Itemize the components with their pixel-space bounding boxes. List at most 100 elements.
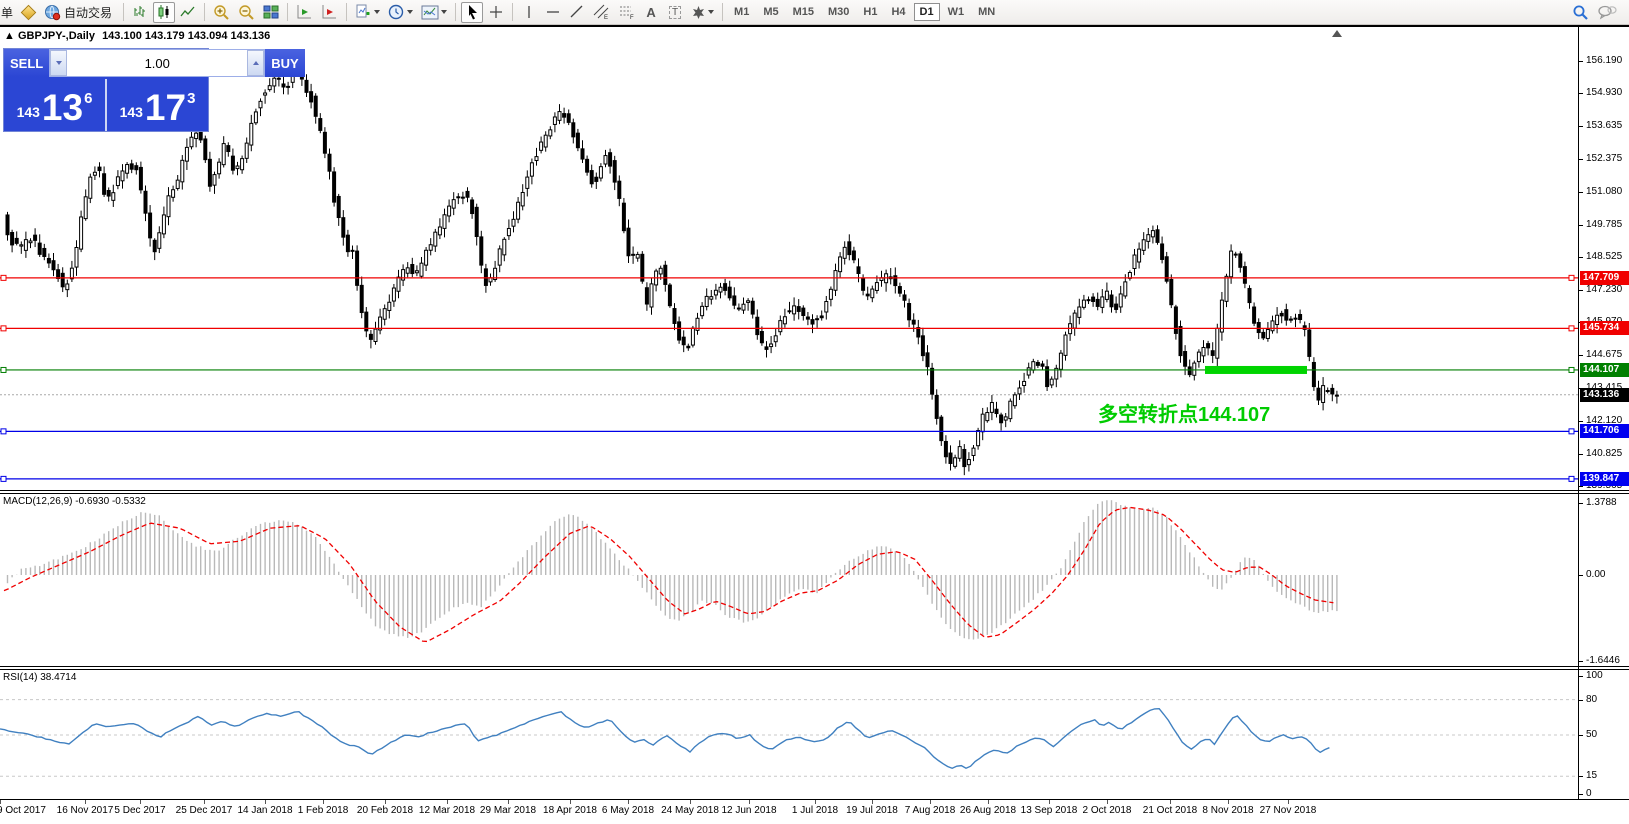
svg-text:F: F bbox=[630, 15, 634, 20]
date-label: 2 Oct 2018 bbox=[1083, 805, 1132, 816]
timeframe-h1[interactable]: H1 bbox=[857, 3, 883, 21]
fibonacci-icon: F bbox=[618, 4, 635, 20]
chart-shift-button[interactable] bbox=[318, 2, 341, 23]
cursor-tool-button[interactable] bbox=[461, 2, 483, 23]
date-label: 1 Feb 2018 bbox=[298, 805, 349, 816]
chat-button[interactable] bbox=[1594, 2, 1620, 23]
text-label-tool[interactable]: T bbox=[664, 2, 686, 23]
zoom-in-button[interactable] bbox=[210, 2, 233, 23]
rsi-panel[interactable]: RSI(14) 38.4714 1008050150 bbox=[0, 670, 1629, 799]
volume-input[interactable] bbox=[67, 50, 247, 76]
autotrading-button[interactable]: 自动交易 bbox=[41, 2, 118, 23]
current-price-chip: 143.136 bbox=[1580, 388, 1629, 402]
date-label: 29 Mar 2018 bbox=[480, 805, 536, 816]
zoom-out-button[interactable] bbox=[235, 2, 258, 23]
date-label: 14 Jan 2018 bbox=[237, 805, 292, 816]
date-label: 5 Dec 2017 bbox=[114, 805, 165, 816]
separator bbox=[722, 3, 723, 21]
price-chart-panel[interactable]: ▲ GBPJPY-,Daily 143.100 143.179 143.094 … bbox=[0, 27, 1629, 490]
date-axis[interactable]: 9 Oct 201716 Nov 20175 Dec 201725 Dec 20… bbox=[0, 799, 1629, 824]
rsi-plot[interactable] bbox=[0, 670, 1629, 799]
add-indicator-button[interactable] bbox=[352, 2, 383, 23]
timeframe-mn[interactable]: MN bbox=[972, 3, 1001, 21]
periods-button[interactable] bbox=[385, 2, 416, 23]
buy-price-display[interactable]: 143173 bbox=[107, 77, 208, 131]
down-arrow-icon bbox=[56, 61, 62, 65]
arrows-tool[interactable] bbox=[688, 2, 717, 23]
panel-collapse-marker[interactable]: ▲ bbox=[4, 30, 15, 42]
date-tick bbox=[628, 800, 629, 804]
dropdown-caret bbox=[441, 10, 447, 14]
date-tick bbox=[385, 800, 386, 804]
rsi-tick-label: 50 bbox=[1586, 729, 1597, 740]
price-tick-label: 140.825 bbox=[1586, 448, 1622, 459]
date-label: 8 Nov 2018 bbox=[1202, 805, 1253, 816]
buy-price-sup: 3 bbox=[187, 90, 195, 107]
date-label: 27 Nov 2018 bbox=[1260, 805, 1317, 816]
rsi-tick-label: 80 bbox=[1586, 694, 1597, 705]
chart-title: ▲ GBPJPY-,Daily 143.100 143.179 143.094 … bbox=[4, 30, 270, 42]
sell-button[interactable]: SELL bbox=[4, 49, 49, 77]
bar-chart-button[interactable] bbox=[129, 2, 151, 23]
macd-label: MACD(12,26,9) -0.6930 -0.5332 bbox=[3, 496, 146, 507]
date-tick bbox=[323, 800, 324, 804]
sell-price-display[interactable]: 143136 bbox=[4, 77, 105, 131]
horizontal-line-tool[interactable] bbox=[542, 2, 564, 23]
channel-tool[interactable]: E bbox=[590, 2, 613, 23]
crosshair-tool-button[interactable] bbox=[485, 2, 507, 23]
date-tick bbox=[265, 800, 266, 804]
auto-scroll-button[interactable] bbox=[293, 2, 316, 23]
date-tick bbox=[1049, 800, 1050, 804]
add-indicator-icon bbox=[355, 4, 372, 21]
rsi-tick-label: 100 bbox=[1586, 670, 1603, 681]
volume-decrease-button[interactable] bbox=[50, 50, 67, 76]
autotrading-globe-icon bbox=[44, 4, 61, 21]
up-arrow-icon bbox=[253, 61, 259, 65]
timeframe-m15[interactable]: M15 bbox=[787, 3, 820, 21]
price-tick-label: 153.635 bbox=[1586, 120, 1622, 131]
search-button[interactable] bbox=[1569, 2, 1592, 23]
templates-button[interactable] bbox=[418, 2, 450, 23]
date-label: 16 Nov 2017 bbox=[57, 805, 114, 816]
trendline-tool[interactable] bbox=[566, 2, 588, 23]
date-tick bbox=[1170, 800, 1171, 804]
separator bbox=[512, 3, 513, 21]
line-chart-button[interactable] bbox=[177, 2, 199, 23]
new-order-button[interactable]: 单 bbox=[0, 4, 16, 21]
buy-button[interactable]: BUY bbox=[265, 49, 304, 77]
autotrading-label: 自动交易 bbox=[61, 4, 115, 21]
dropdown-caret bbox=[374, 10, 380, 14]
arrows-icon bbox=[691, 5, 706, 20]
date-label: 20 Feb 2018 bbox=[357, 805, 413, 816]
macd-panel[interactable]: MACD(12,26,9) -0.6930 -0.5332 1.37880.00… bbox=[0, 494, 1629, 666]
trader-annotation-text[interactable]: 多空转折点144.107 bbox=[1098, 398, 1270, 427]
price-tick-label: 154.930 bbox=[1586, 87, 1622, 98]
date-tick bbox=[749, 800, 750, 804]
gold-ingot-icon[interactable] bbox=[17, 2, 39, 23]
buy-price-big: 17 bbox=[145, 93, 186, 123]
volume-increase-button[interactable] bbox=[247, 50, 264, 76]
price-tick-label: 152.375 bbox=[1586, 153, 1622, 164]
candlestick-chart-button[interactable] bbox=[153, 2, 175, 23]
text-tool[interactable]: A bbox=[640, 2, 662, 23]
timeframe-m5[interactable]: M5 bbox=[757, 3, 784, 21]
date-tick bbox=[815, 800, 816, 804]
timeframe-m30[interactable]: M30 bbox=[822, 3, 855, 21]
separator bbox=[455, 3, 456, 21]
vertical-line-tool[interactable] bbox=[518, 2, 540, 23]
macd-plot[interactable] bbox=[0, 494, 1629, 666]
timeframe-h4[interactable]: H4 bbox=[885, 3, 911, 21]
date-tick bbox=[204, 800, 205, 804]
macd-tick-label: -1.6446 bbox=[1586, 655, 1620, 666]
bar-chart-icon bbox=[132, 4, 148, 20]
candlestick-plot[interactable] bbox=[0, 27, 1629, 490]
timeframe-d1[interactable]: D1 bbox=[914, 3, 940, 21]
date-label: 6 May 2018 bbox=[602, 805, 654, 816]
chart-shift-marker bbox=[1332, 30, 1342, 37]
price-tick-label: 147.230 bbox=[1586, 284, 1622, 295]
fibonacci-tool[interactable]: F bbox=[615, 2, 638, 23]
timeframe-w1[interactable]: W1 bbox=[942, 3, 971, 21]
tile-windows-button[interactable] bbox=[260, 2, 282, 23]
horizontal-line-icon bbox=[545, 5, 561, 19]
timeframe-m1[interactable]: M1 bbox=[728, 3, 755, 21]
